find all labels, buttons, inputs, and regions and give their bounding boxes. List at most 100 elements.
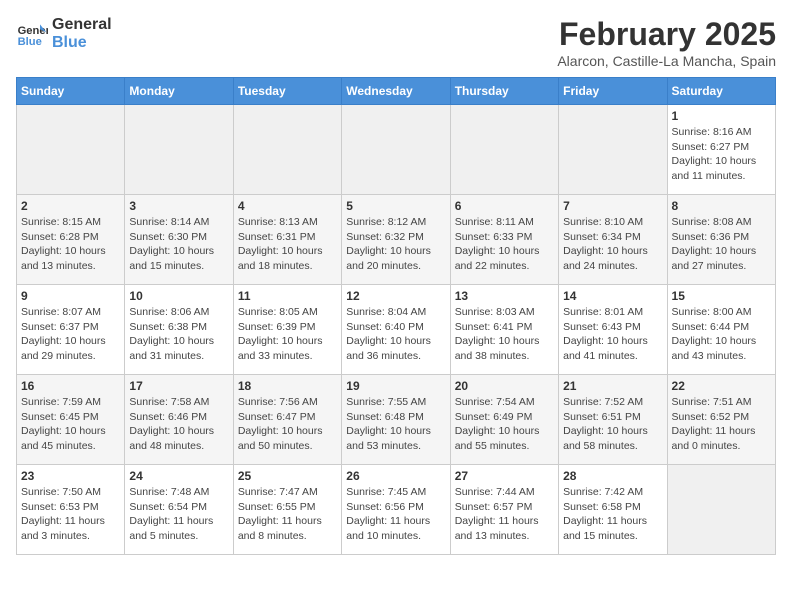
day-info: Sunrise: 7:51 AM Sunset: 6:52 PM Dayligh…: [672, 395, 771, 454]
day-info: Sunrise: 8:16 AM Sunset: 6:27 PM Dayligh…: [672, 125, 771, 184]
calendar-cell: 27 Sunrise: 7:44 AM Sunset: 6:57 PM Dayli…: [450, 465, 558, 555]
calendar-cell: 5 Sunrise: 8:12 AM Sunset: 6:32 PM Daylig…: [342, 195, 450, 285]
day-number: 5: [346, 199, 445, 213]
logo-line1: General: [52, 16, 112, 34]
day-info: Sunrise: 8:04 AM Sunset: 6:40 PM Dayligh…: [346, 305, 445, 364]
day-number: 15: [672, 289, 771, 303]
day-number: 2: [21, 199, 120, 213]
page-header: General Blue General Blue February 2025 …: [16, 16, 776, 69]
day-number: 25: [238, 469, 337, 483]
calendar-cell: [342, 105, 450, 195]
calendar-cell: [233, 105, 341, 195]
calendar-cell: 11 Sunrise: 8:05 AM Sunset: 6:39 PM Dayli…: [233, 285, 341, 375]
calendar-cell: 16 Sunrise: 7:59 AM Sunset: 6:45 PM Dayli…: [17, 375, 125, 465]
calendar-cell: [667, 465, 775, 555]
calendar-cell: 21 Sunrise: 7:52 AM Sunset: 6:51 PM Dayli…: [559, 375, 667, 465]
day-info: Sunrise: 7:54 AM Sunset: 6:49 PM Dayligh…: [455, 395, 554, 454]
day-number: 8: [672, 199, 771, 213]
day-number: 28: [563, 469, 662, 483]
day-number: 17: [129, 379, 228, 393]
logo-icon: General Blue: [16, 18, 48, 50]
day-number: 12: [346, 289, 445, 303]
day-number: 20: [455, 379, 554, 393]
calendar-cell: 9 Sunrise: 8:07 AM Sunset: 6:37 PM Daylig…: [17, 285, 125, 375]
calendar-cell: [559, 105, 667, 195]
day-header-monday: Monday: [125, 78, 233, 105]
day-info: Sunrise: 7:42 AM Sunset: 6:58 PM Dayligh…: [563, 485, 662, 544]
day-info: Sunrise: 7:59 AM Sunset: 6:45 PM Dayligh…: [21, 395, 120, 454]
calendar-cell: 8 Sunrise: 8:08 AM Sunset: 6:36 PM Daylig…: [667, 195, 775, 285]
day-info: Sunrise: 7:56 AM Sunset: 6:47 PM Dayligh…: [238, 395, 337, 454]
day-info: Sunrise: 8:05 AM Sunset: 6:39 PM Dayligh…: [238, 305, 337, 364]
calendar-cell: 24 Sunrise: 7:48 AM Sunset: 6:54 PM Dayli…: [125, 465, 233, 555]
calendar-cell: 17Sunrise: 7:58 AM Sunset: 6:46 PM Dayli…: [125, 375, 233, 465]
calendar-cell: 18 Sunrise: 7:56 AM Sunset: 6:47 PM Dayli…: [233, 375, 341, 465]
calendar-cell: [125, 105, 233, 195]
day-header-sunday: Sunday: [17, 78, 125, 105]
day-number: 13: [455, 289, 554, 303]
calendar-week-row: 1Sunrise: 8:16 AM Sunset: 6:27 PM Daylig…: [17, 105, 776, 195]
day-info: Sunrise: 7:52 AM Sunset: 6:51 PM Dayligh…: [563, 395, 662, 454]
day-number: 22: [672, 379, 771, 393]
day-number: 9: [21, 289, 120, 303]
day-info: Sunrise: 8:14 AM Sunset: 6:30 PM Dayligh…: [129, 215, 228, 274]
calendar-cell: 13Sunrise: 8:03 AM Sunset: 6:41 PM Dayli…: [450, 285, 558, 375]
day-number: 7: [563, 199, 662, 213]
day-header-tuesday: Tuesday: [233, 78, 341, 105]
calendar-cell: 14 Sunrise: 8:01 AM Sunset: 6:43 PM Dayli…: [559, 285, 667, 375]
calendar-cell: 19Sunrise: 7:55 AM Sunset: 6:48 PM Dayli…: [342, 375, 450, 465]
day-info: Sunrise: 7:50 AM Sunset: 6:53 PM Dayligh…: [21, 485, 120, 544]
calendar-cell: 1Sunrise: 8:16 AM Sunset: 6:27 PM Daylig…: [667, 105, 775, 195]
day-number: 27: [455, 469, 554, 483]
title-block: February 2025 Alarcon, Castille-La Manch…: [557, 16, 776, 69]
day-info: Sunrise: 7:55 AM Sunset: 6:48 PM Dayligh…: [346, 395, 445, 454]
day-info: Sunrise: 8:07 AM Sunset: 6:37 PM Dayligh…: [21, 305, 120, 364]
calendar-cell: 4 Sunrise: 8:13 AM Sunset: 6:31 PM Daylig…: [233, 195, 341, 285]
day-number: 14: [563, 289, 662, 303]
svg-text:Blue: Blue: [18, 36, 42, 48]
day-header-wednesday: Wednesday: [342, 78, 450, 105]
calendar-week-row: 23 Sunrise: 7:50 AM Sunset: 6:53 PM Dayli…: [17, 465, 776, 555]
day-number: 23: [21, 469, 120, 483]
calendar-cell: 3 Sunrise: 8:14 AM Sunset: 6:30 PM Daylig…: [125, 195, 233, 285]
day-header-saturday: Saturday: [667, 78, 775, 105]
day-info: Sunrise: 8:12 AM Sunset: 6:32 PM Dayligh…: [346, 215, 445, 274]
logo-line2: Blue: [52, 34, 112, 52]
calendar-cell: [17, 105, 125, 195]
day-number: 3: [129, 199, 228, 213]
calendar-cell: 25 Sunrise: 7:47 AM Sunset: 6:55 PM Dayli…: [233, 465, 341, 555]
calendar-cell: 23 Sunrise: 7:50 AM Sunset: 6:53 PM Dayli…: [17, 465, 125, 555]
day-number: 26: [346, 469, 445, 483]
day-number: 11: [238, 289, 337, 303]
calendar-header-row: SundayMondayTuesdayWednesdayThursdayFrid…: [17, 78, 776, 105]
day-info: Sunrise: 7:48 AM Sunset: 6:54 PM Dayligh…: [129, 485, 228, 544]
calendar-cell: 28 Sunrise: 7:42 AM Sunset: 6:58 PM Dayli…: [559, 465, 667, 555]
day-info: Sunrise: 7:45 AM Sunset: 6:56 PM Dayligh…: [346, 485, 445, 544]
calendar-week-row: 9 Sunrise: 8:07 AM Sunset: 6:37 PM Daylig…: [17, 285, 776, 375]
calendar-cell: 15Sunrise: 8:00 AM Sunset: 6:44 PM Dayli…: [667, 285, 775, 375]
day-info: Sunrise: 7:47 AM Sunset: 6:55 PM Dayligh…: [238, 485, 337, 544]
day-number: 16: [21, 379, 120, 393]
calendar-cell: 7 Sunrise: 8:10 AM Sunset: 6:34 PM Daylig…: [559, 195, 667, 285]
calendar-cell: 20 Sunrise: 7:54 AM Sunset: 6:49 PM Dayli…: [450, 375, 558, 465]
day-info: Sunrise: 8:11 AM Sunset: 6:33 PM Dayligh…: [455, 215, 554, 274]
logo: General Blue General Blue: [16, 16, 112, 51]
day-number: 21: [563, 379, 662, 393]
calendar-week-row: 16 Sunrise: 7:59 AM Sunset: 6:45 PM Dayli…: [17, 375, 776, 465]
calendar-cell: 22 Sunrise: 7:51 AM Sunset: 6:52 PM Dayli…: [667, 375, 775, 465]
day-info: Sunrise: 8:01 AM Sunset: 6:43 PM Dayligh…: [563, 305, 662, 364]
calendar-cell: 2 Sunrise: 8:15 AM Sunset: 6:28 PM Daylig…: [17, 195, 125, 285]
day-info: Sunrise: 8:13 AM Sunset: 6:31 PM Dayligh…: [238, 215, 337, 274]
day-info: Sunrise: 8:15 AM Sunset: 6:28 PM Dayligh…: [21, 215, 120, 274]
day-number: 4: [238, 199, 337, 213]
calendar-week-row: 2 Sunrise: 8:15 AM Sunset: 6:28 PM Daylig…: [17, 195, 776, 285]
day-info: Sunrise: 7:44 AM Sunset: 6:57 PM Dayligh…: [455, 485, 554, 544]
day-header-friday: Friday: [559, 78, 667, 105]
day-number: 24: [129, 469, 228, 483]
calendar-cell: 6Sunrise: 8:11 AM Sunset: 6:33 PM Daylig…: [450, 195, 558, 285]
calendar-cell: 10Sunrise: 8:06 AM Sunset: 6:38 PM Dayli…: [125, 285, 233, 375]
day-info: Sunrise: 8:10 AM Sunset: 6:34 PM Dayligh…: [563, 215, 662, 274]
day-number: 18: [238, 379, 337, 393]
day-info: Sunrise: 8:08 AM Sunset: 6:36 PM Dayligh…: [672, 215, 771, 274]
day-header-thursday: Thursday: [450, 78, 558, 105]
